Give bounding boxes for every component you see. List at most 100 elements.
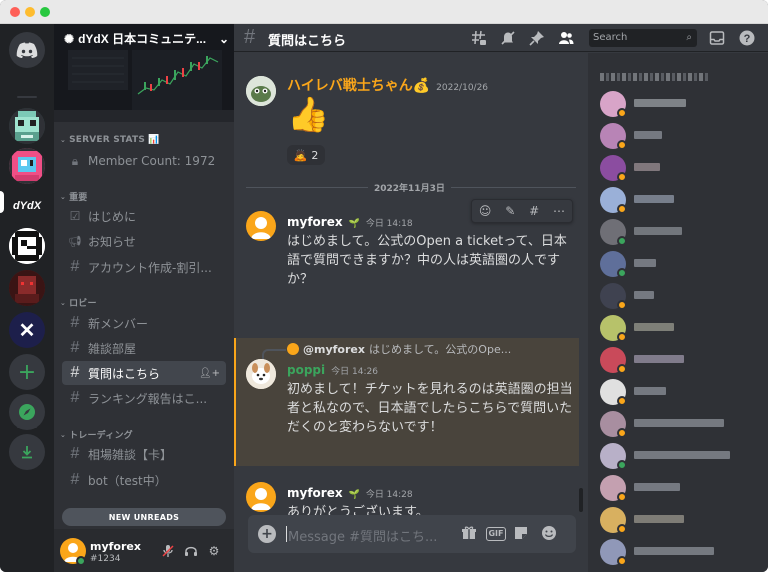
category-trading[interactable]: ⌄ トレーディング: [60, 428, 133, 442]
channel-label: はじめに: [88, 209, 137, 224]
member-item[interactable]: [600, 153, 764, 182]
minimize-window-button[interactable]: [25, 7, 35, 17]
author-avatar[interactable]: [246, 211, 276, 241]
server-globe-icon: ✺: [64, 31, 75, 46]
threads-icon[interactable]: [470, 30, 488, 48]
close-window-button[interactable]: [10, 7, 20, 17]
member-item[interactable]: [600, 537, 764, 566]
channel-ranking[interactable]: # ランキング報告はこ...: [62, 386, 226, 410]
server-name-header[interactable]: ✺ dYdX 日本コミュニテ... ⌄: [64, 30, 229, 47]
member-item[interactable]: [600, 217, 764, 246]
category-label: トレーディング: [69, 431, 133, 441]
member-item[interactable]: [600, 409, 764, 438]
message-input-placeholder[interactable]: Message #質問はこち...: [285, 526, 437, 545]
edit-icon[interactable]: ✎: [505, 204, 515, 218]
author-name[interactable]: myforex 🌱 今日 14:18: [287, 215, 413, 229]
member-list-icon[interactable]: [557, 30, 575, 48]
channel-chat-room[interactable]: # 雑談部屋: [62, 336, 226, 360]
message-scrollbar-thumb[interactable]: [579, 488, 583, 512]
mute-microphone-icon[interactable]: [161, 544, 175, 558]
message-composer[interactable]: + Message #質問はこち... GIF: [248, 515, 576, 553]
category-lobby[interactable]: ⌄ ロビー: [60, 296, 97, 310]
search-input[interactable]: Search ⌕: [589, 29, 697, 47]
add-member-icon[interactable]: 👤︎+: [199, 368, 220, 379]
author-name-label: myforex: [287, 486, 343, 500]
x-server-icon[interactable]: ✕: [9, 312, 45, 348]
member-item[interactable]: [600, 185, 764, 214]
add-server-icon[interactable]: +: [9, 354, 45, 390]
member-item[interactable]: [600, 473, 764, 502]
reply-preview[interactable]: @myforex はじめまして。公式のOpe...: [287, 341, 577, 357]
pixel-server-icon[interactable]: [9, 108, 45, 144]
server-rail: dYdX ✕ +: [0, 24, 54, 572]
channel-bot[interactable]: # bot（test中）: [62, 468, 226, 492]
inbox-icon[interactable]: [708, 30, 726, 48]
channel-questions[interactable]: # 質問はこちら 👤︎+: [62, 361, 226, 385]
channel-label: お知らせ: [88, 234, 136, 249]
channel-account-creation[interactable]: # アカウント作成-割引...: [62, 255, 226, 279]
online-status-icon: [76, 556, 86, 566]
message-list: ハイレバ戦士ちゃん💰 2022/10/26 👍 🙇 2 2022年11月3日 ☺︎ …: [234, 53, 588, 519]
create-thread-icon[interactable]: #: [529, 204, 539, 218]
attach-plus-icon[interactable]: +: [258, 525, 276, 543]
member-item[interactable]: [600, 377, 764, 406]
channel-label: Member Count: 1972: [88, 154, 216, 168]
member-item[interactable]: [600, 281, 764, 310]
category-important[interactable]: ⌄ 重要: [60, 190, 88, 204]
pixel-server-icon[interactable]: [9, 228, 45, 264]
member-item[interactable]: [600, 121, 764, 150]
sticker-icon[interactable]: [512, 525, 530, 543]
author-name[interactable]: ハイレバ戦士ちゃん💰 2022/10/26: [287, 75, 488, 95]
chevron-down-icon: ⌄: [60, 430, 67, 439]
chevron-down-icon: ⌄: [60, 136, 67, 144]
help-icon[interactable]: ?: [738, 30, 756, 48]
author-avatar[interactable]: [246, 76, 276, 106]
status-icon: [617, 300, 627, 310]
member-name-blurred: [634, 99, 686, 107]
new-unreads-badge[interactable]: NEW UNREADS: [62, 508, 226, 526]
mute-notifications-icon[interactable]: [499, 30, 517, 48]
add-reaction-icon[interactable]: ☺︎: [479, 204, 492, 218]
author-name[interactable]: myforex 🌱 今日 14:28: [287, 486, 413, 500]
status-icon: [617, 556, 627, 566]
gift-icon[interactable]: [460, 525, 478, 543]
pixel-server-icon[interactable]: [9, 270, 45, 306]
pixel-server-icon[interactable]: [9, 148, 45, 184]
member-item[interactable]: [600, 313, 764, 342]
member-item[interactable]: [600, 441, 764, 470]
settings-gear-icon[interactable]: ⚙: [207, 544, 221, 558]
channel-label: アカウント作成-割引...: [88, 260, 212, 275]
dydx-server-icon[interactable]: dYdX: [9, 188, 45, 224]
explore-icon[interactable]: [9, 394, 45, 430]
author-avatar[interactable]: [246, 482, 276, 512]
author-avatar[interactable]: [246, 359, 276, 389]
category-server-stats[interactable]: ⌄ SERVER STATS 📊: [60, 135, 160, 145]
emoji-icon[interactable]: [540, 525, 558, 543]
maximize-window-button[interactable]: [40, 7, 50, 17]
channel-label: ランキング報告はこ...: [88, 391, 208, 406]
channel-label: 新メンバー: [88, 316, 149, 331]
channel-market-chat[interactable]: # 相場雑談【卡】: [62, 442, 226, 466]
author-name[interactable]: poppi 今日 14:26: [287, 363, 378, 377]
download-icon[interactable]: [9, 434, 45, 470]
gif-button[interactable]: GIF: [486, 527, 506, 541]
channel-member-count[interactable]: 🔒︎ Member Count: 1972: [62, 149, 226, 173]
member-item[interactable]: [600, 505, 764, 534]
member-name-blurred: [634, 291, 654, 299]
discord-home-icon[interactable]: [9, 32, 45, 68]
pin-icon[interactable]: [528, 30, 546, 48]
status-icon: [617, 524, 627, 534]
chevron-down-icon: ⌄: [218, 31, 229, 46]
member-item[interactable]: [600, 89, 764, 118]
channel-announcements[interactable]: 📢︎ お知らせ: [62, 229, 226, 253]
reaction-button[interactable]: 🙇 2: [287, 145, 325, 165]
channel-hajimeni[interactable]: ☑ はじめに: [62, 204, 226, 228]
member-name-blurred: [634, 483, 680, 491]
category-label: 重要: [69, 193, 88, 203]
svg-text:?: ?: [744, 33, 751, 45]
member-item[interactable]: [600, 345, 764, 374]
more-options-icon[interactable]: ⋯: [553, 204, 565, 218]
member-item[interactable]: [600, 249, 764, 278]
channel-new-members[interactable]: # 新メンバー: [62, 311, 226, 335]
headphones-icon[interactable]: [184, 544, 198, 558]
